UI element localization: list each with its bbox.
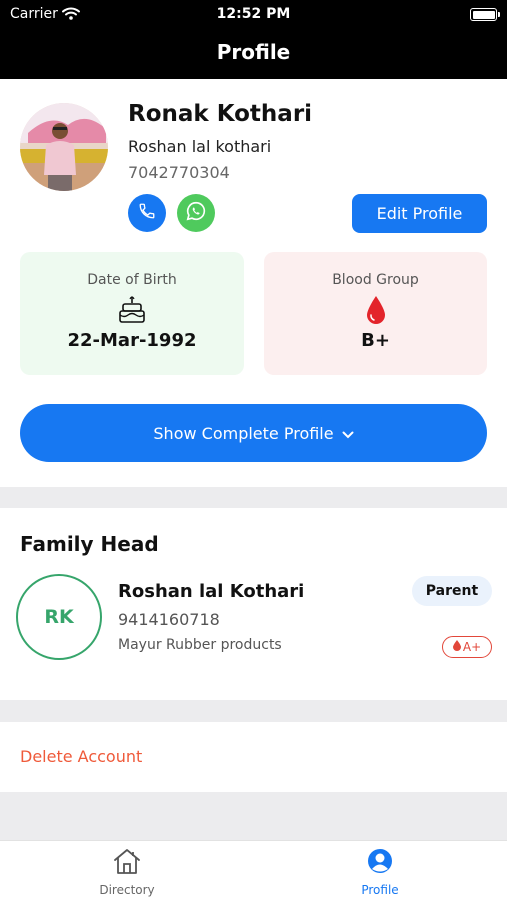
- chevron-down-icon: [342, 424, 354, 443]
- cake-icon: [20, 295, 244, 325]
- dob-value: 22-Mar-1992: [67, 330, 197, 351]
- family-head-card: Family Head RK Roshan lal Kothari 941416…: [0, 508, 507, 700]
- delete-account-card: Delete Account: [0, 722, 507, 792]
- family-head-blood-value: A+: [462, 640, 482, 654]
- profile-name: Ronak Kothari: [128, 101, 313, 127]
- dob-label: Date of Birth: [87, 272, 177, 288]
- whatsapp-button[interactable]: [177, 194, 215, 232]
- status-time: 12:52 PM: [216, 6, 291, 22]
- delete-account-button[interactable]: Delete Account: [20, 747, 142, 766]
- tab-directory-label: Directory: [99, 883, 155, 897]
- user-circle-icon: [320, 847, 440, 877]
- edit-profile-button[interactable]: Edit Profile: [352, 194, 487, 233]
- top-bar: Carrier 12:52 PM Profile: [0, 0, 507, 79]
- blood-drop-icon: [452, 640, 461, 654]
- show-complete-profile-button[interactable]: Show Complete Profile: [20, 404, 487, 462]
- relation-badge: Parent: [412, 576, 492, 606]
- avatar: [20, 103, 108, 191]
- profile-phone: 7042770304: [128, 163, 230, 182]
- family-head-blood-badge: A+: [442, 636, 492, 658]
- profile-card: Ronak Kothari Roshan lal kothari 7042770…: [0, 79, 507, 487]
- family-head-name[interactable]: Roshan lal Kothari: [118, 581, 304, 602]
- tab-profile[interactable]: Profile: [320, 847, 440, 897]
- status-bar: Carrier 12:52 PM: [0, 4, 507, 24]
- blood-group-card: Blood Group B+: [264, 252, 487, 375]
- show-complete-profile-label: Show Complete Profile: [153, 423, 334, 443]
- blood-group-value: B+: [361, 330, 390, 351]
- phone-icon: [138, 202, 156, 224]
- page-title: Profile: [216, 40, 291, 64]
- father-name: Roshan lal kothari: [128, 137, 272, 156]
- tab-bar: Directory Profile: [0, 840, 507, 900]
- blood-group-label: Blood Group: [332, 272, 419, 288]
- whatsapp-icon: [185, 200, 207, 226]
- blood-drop-icon: [264, 295, 487, 327]
- family-head-avatar: RK: [16, 574, 102, 660]
- call-button[interactable]: [128, 194, 166, 232]
- family-head-title: Family Head: [20, 532, 159, 556]
- family-head-phone: 9414160718: [118, 610, 220, 629]
- battery-icon: [470, 8, 500, 21]
- home-icon: [67, 847, 187, 877]
- tab-directory[interactable]: Directory: [67, 847, 187, 897]
- dob-card: Date of Birth 22-Mar-1992: [20, 252, 244, 375]
- family-head-company: Mayur Rubber products: [118, 637, 282, 653]
- tab-profile-label: Profile: [361, 883, 399, 897]
